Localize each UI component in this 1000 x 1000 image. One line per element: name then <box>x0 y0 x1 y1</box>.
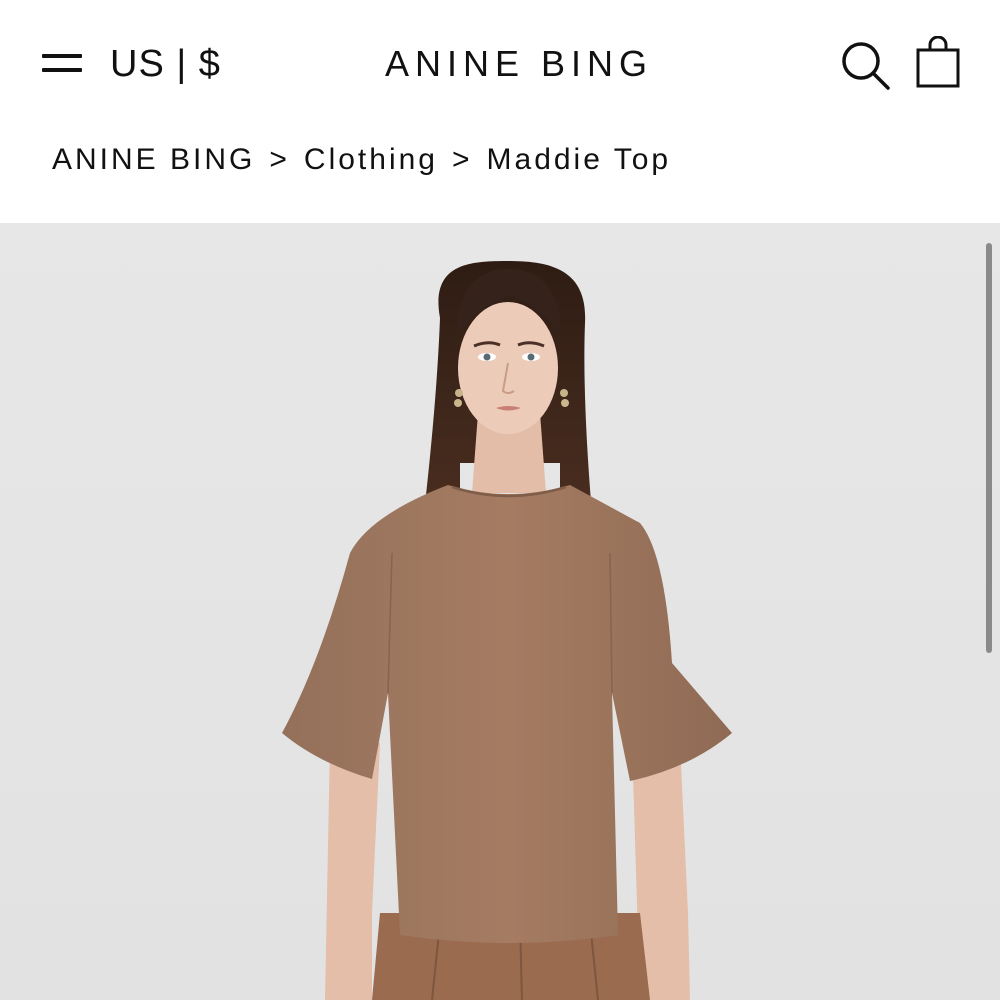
shopping-bag-icon <box>916 35 960 88</box>
breadcrumb-clothing-link[interactable]: Clothing <box>304 143 438 176</box>
product-image[interactable] <box>0 223 1000 1000</box>
breadcrumb-home-link[interactable]: ANINE BING <box>52 143 255 176</box>
search-button[interactable] <box>838 38 892 92</box>
shopping-bag-button[interactable] <box>914 35 962 90</box>
breadcrumb-current-page: Maddie Top <box>486 143 672 176</box>
breadcrumb-separator: > <box>269 143 290 176</box>
breadcrumb: ANINE BING > Clothing > Maddie Top <box>52 135 671 185</box>
breadcrumb-separator: > <box>451 143 473 176</box>
product-page: US | $ ANINE BING ANINE BING > Clothing > Ma… <box>0 0 1000 1000</box>
site-header: US | $ ANINE BING <box>0 0 1000 125</box>
page-scrollbar[interactable] <box>986 243 992 653</box>
product-photo-model <box>282 261 732 1000</box>
search-icon <box>842 42 890 90</box>
